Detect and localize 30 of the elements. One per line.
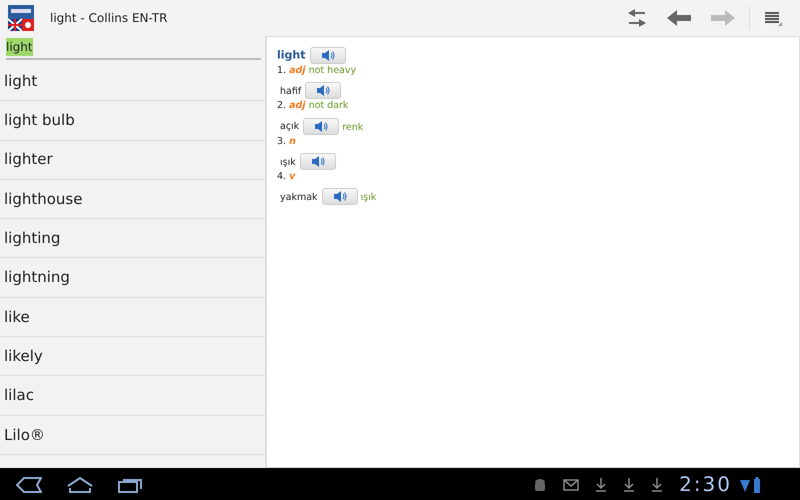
- word-list-item[interactable]: lighthouse: [0, 180, 265, 220]
- word-list-item[interactable]: light: [0, 62, 265, 102]
- part-of-speech: adj: [289, 65, 306, 76]
- translation: ışık: [280, 156, 296, 168]
- word-list-item[interactable]: like: [0, 298, 265, 338]
- sense-number: 2.: [277, 100, 288, 112]
- translation: hafif: [280, 86, 302, 97]
- sense-gloss: not dark: [308, 100, 348, 112]
- part-of-speech: v: [289, 170, 296, 182]
- part-of-speech: adj: [289, 100, 306, 112]
- word-list-item[interactable]: likely: [0, 337, 265, 376]
- word-list-item[interactable]: lighting: [0, 219, 265, 258]
- word-list-item[interactable]: lighter: [0, 140, 265, 180]
- sense-number: 1.: [277, 65, 288, 76]
- translation: açık: [280, 121, 300, 132]
- word-list-item[interactable]: light bulb: [0, 101, 265, 141]
- usage-note: ışık: [360, 192, 376, 203]
- clock-time: 2:30: [679, 471, 732, 498]
- usage-note: renk: [342, 121, 364, 132]
- search-field[interactable]: light: [6, 36, 261, 60]
- translation: yakmak: [280, 192, 318, 203]
- word-list-item[interactable]: lightning: [0, 258, 265, 298]
- sense-number: 3.: [277, 136, 288, 146]
- sense-gloss: not heavy: [308, 65, 356, 76]
- word-list-item[interactable]: lilac: [0, 376, 265, 416]
- headword: light: [277, 48, 306, 62]
- window-title: light - Collins EN-TR: [50, 10, 168, 27]
- part-of-speech: n: [289, 136, 296, 146]
- word-list-item[interactable]: Lilo®: [0, 416, 265, 455]
- sense-number: 4.: [277, 170, 288, 182]
